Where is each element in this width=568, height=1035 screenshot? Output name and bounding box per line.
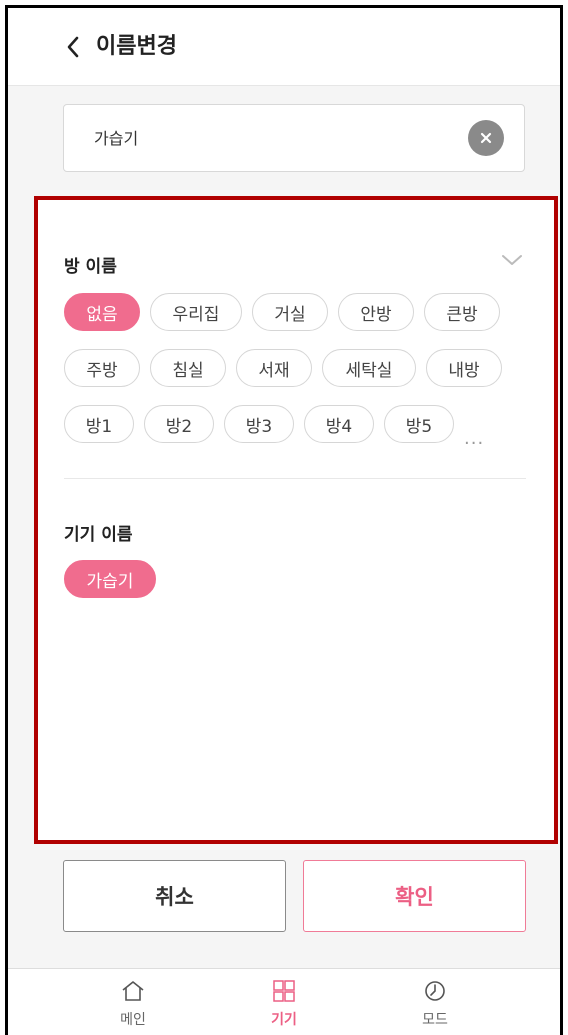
room-chip-room4[interactable]: 방4 [304,405,374,443]
app-screen: 이름변경 방 이름 없음 우리집 거실 안방 큰방 주방 침실 서재 세탁실 내… [5,5,563,1035]
chevron-left-icon [67,36,79,58]
device-chip-humidifier[interactable]: 가습기 [64,560,156,598]
more-rooms-indicator[interactable]: ... [464,428,484,449]
tab-main[interactable]: 메인 [93,979,173,1029]
name-suggestion-panel: 방 이름 없음 우리집 거실 안방 큰방 주방 침실 서재 세탁실 내방 방1 … [34,196,558,844]
device-name-label: 기기 이름 [64,525,133,545]
clear-button[interactable] [468,120,504,156]
room-chip-none[interactable]: 없음 [64,293,140,331]
home-icon [122,981,144,1001]
back-button[interactable] [58,32,88,62]
room-chip-room5[interactable]: 방5 [384,405,454,443]
header: 이름변경 [8,8,560,86]
room-chip-living[interactable]: 거실 [252,293,328,331]
tab-device-label: 기기 [271,1012,297,1028]
bottom-tab-bar: 메인 기기 모드 [8,968,560,1035]
room-chip-laundry[interactable]: 세탁실 [322,349,416,387]
room-chip-room2[interactable]: 방2 [144,405,214,443]
tab-mode-label: 모드 [422,1012,448,1028]
tab-main-label: 메인 [120,1012,146,1028]
section-divider [64,478,526,479]
room-chip-room3[interactable]: 방3 [224,405,294,443]
room-chip-home[interactable]: 우리집 [150,293,242,331]
cancel-button[interactable]: 취소 [63,860,286,932]
room-chip-myroom[interactable]: 내방 [426,349,502,387]
room-chip-big[interactable]: 큰방 [424,293,500,331]
clock-icon [425,981,445,1001]
room-name-label: 방 이름 [64,257,117,277]
name-input[interactable] [94,127,454,146]
room-chip-study[interactable]: 서재 [236,349,312,387]
tab-mode[interactable]: 모드 [395,979,475,1029]
room-chip-bedroom[interactable]: 침실 [150,349,226,387]
name-field[interactable] [63,104,525,172]
room-chip-room1[interactable]: 방1 [64,405,134,443]
room-chip-kitchen[interactable]: 주방 [64,349,140,387]
chevron-down-icon[interactable] [500,252,524,268]
grid-icon [273,980,295,1002]
room-chip-master[interactable]: 안방 [338,293,414,331]
page-title: 이름변경 [96,34,177,59]
tab-device[interactable]: 기기 [244,979,324,1029]
confirm-button[interactable]: 확인 [303,860,526,932]
close-icon [480,132,492,144]
